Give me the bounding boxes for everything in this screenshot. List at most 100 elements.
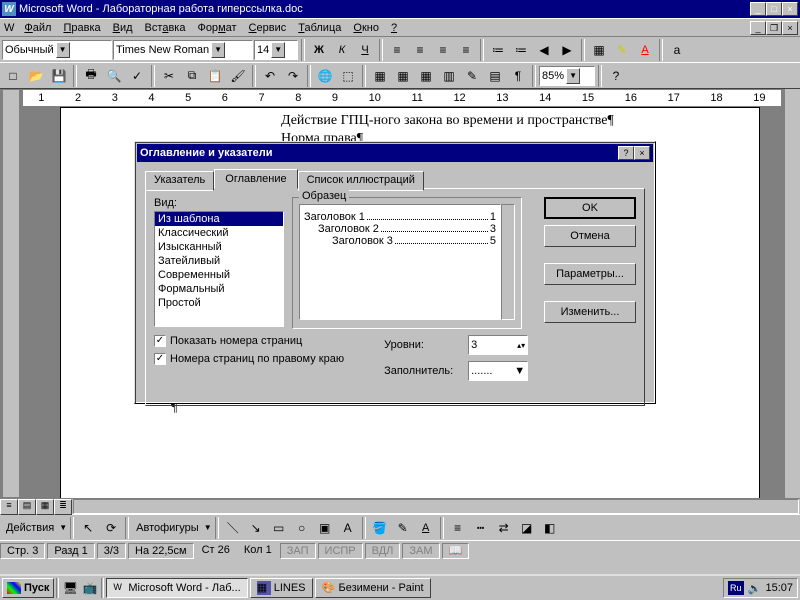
- excel-button[interactable]: ▦: [415, 65, 437, 87]
- bold-button[interactable]: Ж: [308, 39, 330, 61]
- ok-button[interactable]: OK: [544, 197, 636, 219]
- save-button[interactable]: 💾: [48, 65, 70, 87]
- shadow-button[interactable]: ◪: [516, 517, 538, 539]
- new-button[interactable]: □: [2, 65, 24, 87]
- autoshapes-menu[interactable]: Автофигуры: [132, 522, 203, 534]
- drawing-button[interactable]: ✎: [461, 65, 483, 87]
- list-item[interactable]: Простой: [155, 296, 283, 310]
- leader-dropdown[interactable]: .......▼: [468, 361, 528, 381]
- spellcheck-button[interactable]: ✓: [126, 65, 148, 87]
- borders-button[interactable]: ▦: [588, 39, 610, 61]
- list-item[interactable]: Современный: [155, 268, 283, 282]
- quicklaunch-icon[interactable]: 🖥: [61, 579, 79, 597]
- list-item[interactable]: Затейливый: [155, 254, 283, 268]
- list-item[interactable]: Классический: [155, 226, 283, 240]
- normal-view-button[interactable]: ≡: [0, 499, 18, 515]
- dash-style-button[interactable]: ┅: [470, 517, 492, 539]
- rectangle-button[interactable]: ▭: [268, 517, 290, 539]
- vertical-scrollbar[interactable]: [784, 89, 800, 498]
- dialog-close-button[interactable]: ×: [634, 146, 650, 160]
- doc-close-button[interactable]: ×: [782, 21, 798, 35]
- arrow-style-button[interactable]: ⇄: [493, 517, 515, 539]
- oval-button[interactable]: ○: [291, 517, 313, 539]
- status-ovr[interactable]: ЗАМ: [402, 543, 439, 559]
- bulleted-list-button[interactable]: ≔: [510, 39, 532, 61]
- columns-button[interactable]: ▥: [438, 65, 460, 87]
- 3d-button[interactable]: ◧: [539, 517, 561, 539]
- page-view-button[interactable]: ▦: [36, 499, 54, 515]
- menu-help[interactable]: ?: [385, 21, 403, 35]
- modify-button[interactable]: Изменить...: [544, 301, 636, 323]
- vertical-ruler[interactable]: [2, 89, 20, 498]
- align-right-button[interactable]: ≡: [432, 39, 454, 61]
- cancel-button[interactable]: Отмена: [544, 225, 636, 247]
- menu-edit[interactable]: Правка: [57, 21, 106, 35]
- fill-color-button[interactable]: 🪣: [369, 517, 391, 539]
- dialog-titlebar[interactable]: Оглавление и указатели ? ×: [137, 144, 653, 162]
- lang-indicator[interactable]: Ru: [728, 581, 744, 595]
- menu-insert[interactable]: Вставка: [139, 21, 192, 35]
- doc-minimize-button[interactable]: _: [750, 21, 766, 35]
- print-preview-button[interactable]: 🔍: [103, 65, 125, 87]
- levels-spinner[interactable]: 3▴▾: [468, 335, 528, 355]
- insert-table-button[interactable]: ▦: [392, 65, 414, 87]
- list-item[interactable]: Из шаблона: [155, 212, 283, 226]
- task-paint[interactable]: 🎨Безимени - Paint: [315, 578, 431, 598]
- rotate-button[interactable]: ⟳: [100, 517, 122, 539]
- actions-menu[interactable]: Действия: [2, 522, 58, 534]
- copy-button[interactable]: ⧉: [181, 65, 203, 87]
- italic-button[interactable]: К: [331, 39, 353, 61]
- preview-scrollbar[interactable]: [501, 204, 515, 320]
- font-combo[interactable]: Times New Roman▼: [113, 40, 253, 60]
- word-doc-icon[interactable]: W: [4, 22, 14, 34]
- online-view-button[interactable]: ▤: [18, 499, 36, 515]
- paste-button[interactable]: 📋: [204, 65, 226, 87]
- align-center-button[interactable]: ≡: [409, 39, 431, 61]
- tables-borders-button[interactable]: ▦: [369, 65, 391, 87]
- font-color-button[interactable]: A: [634, 39, 656, 61]
- arrow-button[interactable]: ↘: [245, 517, 267, 539]
- wordart-button[interactable]: A: [337, 517, 359, 539]
- highlight-button[interactable]: ✎: [611, 39, 633, 61]
- underline-button[interactable]: Ч: [354, 39, 376, 61]
- maximize-button[interactable]: □: [766, 2, 782, 16]
- minimize-button[interactable]: _: [750, 2, 766, 16]
- menu-format[interactable]: Формат: [191, 21, 242, 35]
- style-listbox[interactable]: Из шаблона Классический Изысканный Затей…: [154, 211, 284, 327]
- status-ext[interactable]: ВДЛ: [365, 543, 401, 559]
- close-button[interactable]: ×: [782, 2, 798, 16]
- line-style-button[interactable]: ≡: [447, 517, 469, 539]
- status-rec[interactable]: ЗАП: [280, 543, 316, 559]
- task-word[interactable]: WMicrosoft Word - Лаб...: [106, 578, 247, 598]
- menu-window[interactable]: Окно: [347, 21, 385, 35]
- numbered-list-button[interactable]: ≔: [487, 39, 509, 61]
- doc-restore-button[interactable]: ❐: [766, 21, 782, 35]
- volume-icon[interactable]: 🔊: [748, 582, 762, 595]
- tab-figures[interactable]: Список иллюстраций: [298, 171, 424, 191]
- select-button[interactable]: ↖: [77, 517, 99, 539]
- task-lines[interactable]: ▦LINES: [250, 578, 313, 598]
- zoom-combo[interactable]: 85%▼: [539, 66, 595, 86]
- font-color-button[interactable]: A: [415, 517, 437, 539]
- align-justify-button[interactable]: ≡: [455, 39, 477, 61]
- show-marks-button[interactable]: ¶: [507, 65, 529, 87]
- list-item[interactable]: Изысканный: [155, 240, 283, 254]
- textbox-button[interactable]: ▣: [314, 517, 336, 539]
- status-trk[interactable]: ИСПР: [318, 543, 363, 559]
- hyperlink-button[interactable]: 🌐: [314, 65, 336, 87]
- redo-button[interactable]: ↷: [282, 65, 304, 87]
- web-toolbar-button[interactable]: ⬚: [337, 65, 359, 87]
- list-item[interactable]: Формальный: [155, 282, 283, 296]
- decrease-indent-button[interactable]: ◀: [533, 39, 555, 61]
- options-button[interactable]: Параметры...: [544, 263, 636, 285]
- outline-view-button[interactable]: ≣: [54, 499, 72, 515]
- help-button[interactable]: ?: [605, 65, 627, 87]
- dialog-help-button[interactable]: ?: [618, 146, 634, 160]
- lang-button[interactable]: a: [666, 39, 688, 61]
- tab-index[interactable]: Указатель: [145, 171, 214, 191]
- horizontal-scrollbar[interactable]: [73, 499, 799, 514]
- start-button[interactable]: Пуск: [2, 578, 54, 598]
- cut-button[interactable]: ✂: [158, 65, 180, 87]
- align-left-button[interactable]: ≡: [386, 39, 408, 61]
- show-pages-checkbox[interactable]: ✓Показать номера страниц: [154, 335, 344, 347]
